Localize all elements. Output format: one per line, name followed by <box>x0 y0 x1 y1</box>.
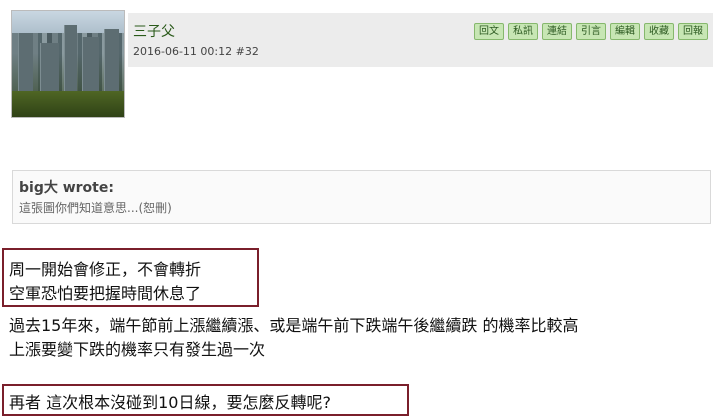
post-header <box>128 13 713 67</box>
author-name[interactable]: 三子父 <box>133 21 175 41</box>
post-text-line: 過去15年來，端午節前上漲繼續漲、或是端午前下跌端午後繼續跌 的機率比較高 <box>9 316 579 335</box>
edit-button[interactable]: 編輯 <box>610 23 640 40</box>
message-button[interactable]: 私訊 <box>508 23 538 40</box>
quote-button[interactable]: 引言 <box>576 23 606 40</box>
reply-button[interactable]: 回文 <box>474 23 504 40</box>
quote-block: big大 wrote: 這張圖你們知道意思...(恕刪) <box>12 170 711 224</box>
post-text-line: 周一開始會修正，不會轉折 <box>9 260 202 279</box>
quote-text: 這張圖你們知道意思...(恕刪) <box>19 201 172 215</box>
report-button[interactable]: 回報 <box>678 23 708 40</box>
avatar-trees <box>12 91 124 117</box>
post-actions: 回文 私訊 連結 引言 編輯 收藏 回報 <box>474 23 708 40</box>
avatar[interactable] <box>11 10 125 118</box>
favorite-button[interactable]: 收藏 <box>644 23 674 40</box>
link-button[interactable]: 連結 <box>542 23 572 40</box>
post-text-line: 再者 這次根本沒碰到10日線，要怎麼反轉呢? <box>9 393 331 412</box>
post-text-line: 上漲要變下跌的機率只有發生過一次 <box>9 340 266 359</box>
post-text-line: 空軍恐怕要把握時間休息了 <box>9 284 202 303</box>
quote-author: big大 wrote: <box>19 180 114 196</box>
post-meta: 2016-06-11 00:12 #32 <box>133 45 259 58</box>
